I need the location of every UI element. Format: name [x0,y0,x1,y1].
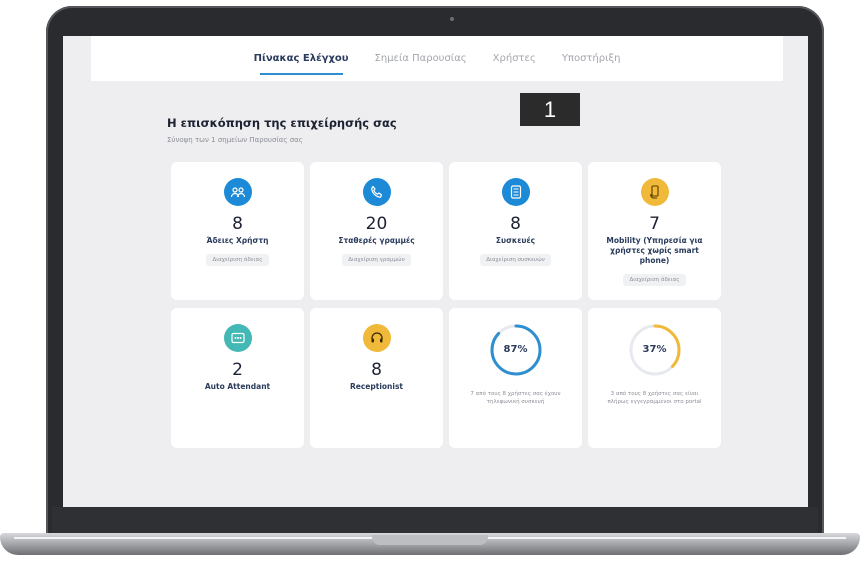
tab-dashboard[interactable]: Πίνακας Ελέγχου [254,36,349,81]
devices-count: 8 [510,214,521,234]
auto-attendant-count: 2 [232,360,243,380]
manage-devices-button[interactable]: Διαχείριση συσκευών [480,254,551,266]
coverage-caption: 7 από τους 8 χρήστες σας έχουν τηλεφωνικ… [470,391,561,405]
top-navigation: Πίνακας Ελέγχου Σημεία Παρουσίας Χρήστες… [91,36,783,81]
phone-icon [362,178,391,206]
fixed-lines-count: 20 [365,214,388,234]
registration-caption: 3 από τους 8 χρήστες σας είναι πλήρως εγ… [607,391,702,405]
receptionist-count: 8 [371,360,382,380]
tab-points-of-presence[interactable]: Σημεία Παρουσίας [375,36,467,81]
mobility-label: Mobility (Υπηρεσία για χρήστες χωρίς sma… [606,236,703,265]
user-licenses-count: 8 [232,214,243,234]
headset-icon [362,324,391,352]
user-licenses-label: Άδειες Χρήστη [206,236,269,245]
coverage-ring: 87% [488,322,544,378]
manage-licenses-button[interactable]: Διαχείριση άδειας [206,254,269,266]
receptionist-label: Receptionist [349,382,404,391]
users-icon [223,178,252,206]
coverage-percent: 87% [503,344,528,355]
ivr-icon [223,324,252,352]
card-fixed-lines[interactable]: 20 Σταθερές γραμμές Διαχείριση γραμμών [310,162,443,300]
desk-phone-icon [501,178,530,206]
card-mobility[interactable]: 7 Mobility (Υπηρεσία για χρήστες χωρίς s… [588,162,721,300]
card-portal-registration[interactable]: 37% 3 από τους 8 χρήστες σας είναι πλήρω… [588,308,721,448]
manage-mobility-button[interactable]: Διαχείριση άδειας [623,274,686,286]
registration-ring: 37% [627,322,683,378]
overview-title: Η επισκόπηση της επιχείρησής σας [167,116,397,130]
card-devices[interactable]: 8 Συσκευές Διαχείριση συσκευών [449,162,582,300]
tab-support[interactable]: Υποστήριξη [562,36,621,81]
mobility-count: 7 [649,214,660,234]
base-notch [372,535,488,545]
card-auto-attendant[interactable]: 2 Auto Attendant [171,308,304,448]
tab-users[interactable]: Χρήστες [493,36,536,81]
card-device-coverage[interactable]: 87% 7 από τους 8 χρήστες σας έχουν τηλεφ… [449,308,582,448]
manage-lines-button[interactable]: Διαχείριση γραμμών [342,254,411,266]
laptop-screen: Πίνακας Ελέγχου Σημεία Παρουσίας Χρήστες… [63,36,808,507]
camera-dot [450,17,454,21]
bottom-bezel [52,507,818,535]
auto-attendant-label: Auto Attendant [204,382,271,391]
mobile-hand-icon [640,178,669,206]
registration-percent: 37% [642,344,667,355]
devices-label: Συσκευές [495,236,536,245]
fixed-lines-label: Σταθερές γραμμές [338,236,415,245]
overview-subtitle: Σύνοψη των 1 σημείων Παρουσίας σας [167,136,303,144]
card-user-licenses[interactable]: 8 Άδειες Χρήστη Διαχείριση άδειας [171,162,304,300]
card-receptionist[interactable]: 8 Receptionist [310,308,443,448]
step-number-badge: 1 [520,93,580,126]
